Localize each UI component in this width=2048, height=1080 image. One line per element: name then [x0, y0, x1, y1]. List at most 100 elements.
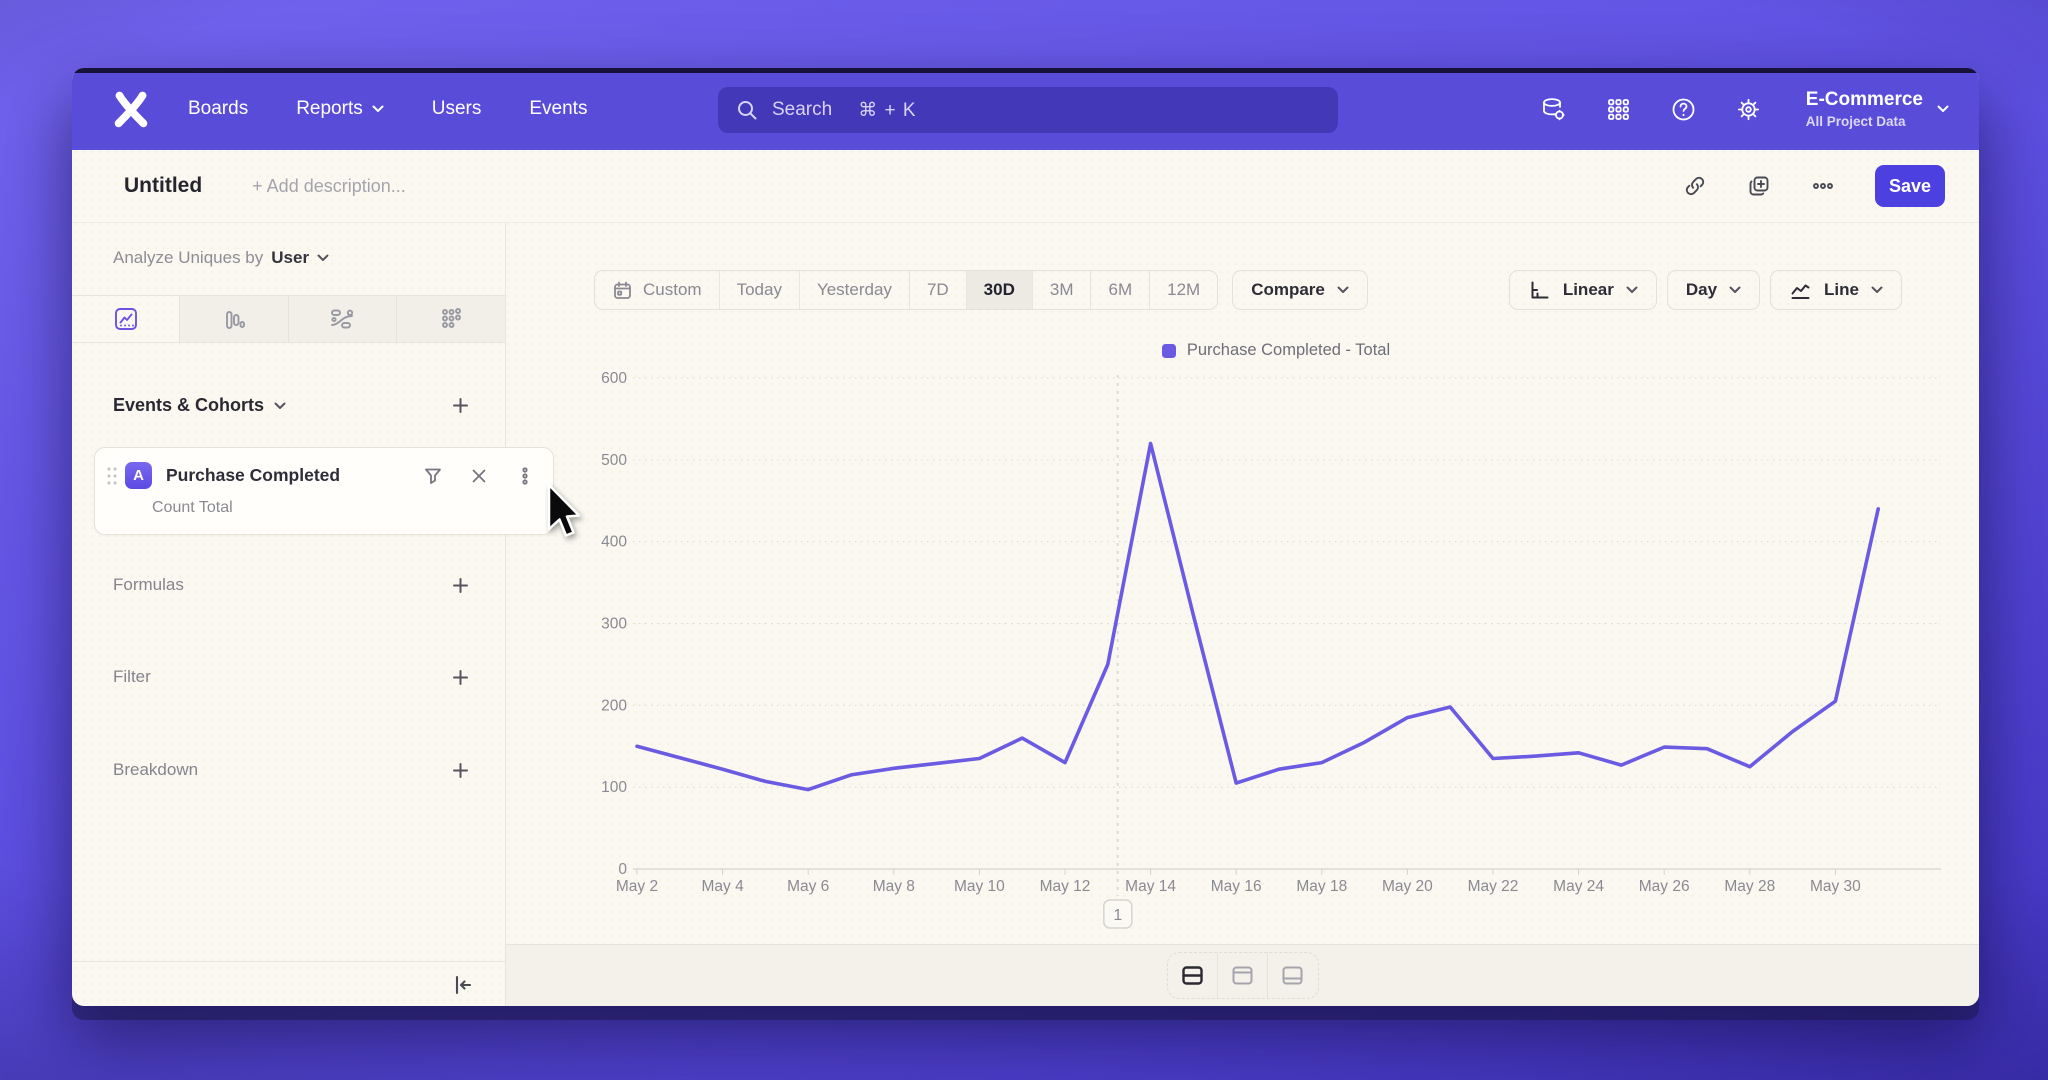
save-button[interactable]: Save	[1875, 165, 1945, 207]
add-description[interactable]: + Add description...	[252, 176, 406, 197]
help-icon[interactable]	[1670, 96, 1697, 123]
collapse-sidebar-button[interactable]	[451, 973, 475, 997]
layout-toggle-panel-top[interactable]	[1218, 953, 1268, 998]
chevron-down-icon	[274, 402, 286, 410]
y-tick-label: 300	[601, 616, 627, 633]
tab-flow[interactable]	[289, 296, 397, 342]
add-event-button[interactable]	[452, 397, 469, 414]
more-menu-icon[interactable]	[1811, 174, 1835, 198]
line-chart-icon	[112, 305, 140, 333]
panel-top-icon	[1230, 963, 1255, 988]
date-range-7d[interactable]: 7D	[910, 271, 967, 309]
x-tick-label: May 8	[873, 878, 915, 895]
chart-panel: CustomTodayYesterday7D30D3M6M12M Compare…	[506, 223, 1979, 1006]
chevron-down-icon	[1626, 286, 1638, 294]
visualization-tabs	[72, 295, 505, 343]
formulas-section: Formulas	[113, 575, 469, 595]
events-cohorts-label[interactable]: Events & Cohorts	[113, 395, 286, 416]
project-switcher[interactable]: E-Commerce All Project Data	[1806, 89, 1949, 129]
calendar-icon	[612, 280, 633, 301]
layout-toggle-panel-bottom[interactable]	[1268, 953, 1318, 998]
add-formula-button[interactable]	[452, 577, 469, 594]
y-tick-label: 200	[601, 697, 627, 714]
mouse-cursor	[545, 483, 591, 545]
layout-toggle-split-rows[interactable]	[1168, 953, 1218, 998]
duplicate-icon[interactable]	[1747, 174, 1771, 198]
chevron-down-icon	[1337, 286, 1349, 294]
report-title-bar: Untitled + Add description... Save	[72, 150, 1979, 223]
series-line[interactable]	[637, 444, 1878, 790]
nav-link-boards[interactable]: Boards	[188, 98, 248, 120]
add-breakdown-button[interactable]	[452, 762, 469, 779]
line-chart-icon	[1789, 279, 1812, 302]
x-tick-label: May 2	[616, 878, 658, 895]
x-tick-label: May 18	[1296, 878, 1347, 895]
apps-grid-icon[interactable]	[1605, 96, 1632, 123]
event-card[interactable]: A Purchase Completed	[94, 447, 554, 535]
filter-funnel-icon[interactable]	[423, 466, 443, 486]
chart-type-selector[interactable]: Line	[1770, 270, 1902, 310]
tab-retention-dots[interactable]	[397, 296, 505, 342]
date-range-today[interactable]: Today	[720, 271, 800, 309]
nav-link-users[interactable]: Users	[432, 98, 482, 120]
search-placeholder: Search	[772, 99, 832, 121]
date-range-3m[interactable]: 3M	[1033, 271, 1092, 309]
remove-event-icon[interactable]	[469, 466, 489, 486]
breakdown-section: Breakdown	[113, 760, 469, 780]
x-tick-label: May 30	[1810, 878, 1861, 895]
events-cohorts-header: Events & Cohorts	[113, 395, 469, 416]
chevron-down-icon	[1871, 286, 1883, 294]
event-measurement[interactable]: Count Total	[152, 499, 553, 517]
scale-selector[interactable]: Linear	[1509, 270, 1657, 310]
compare-button[interactable]: Compare	[1232, 270, 1368, 310]
app-window: Boards Reports Users Events Search ⌘ + K	[72, 68, 1979, 1006]
mixpanel-logo-icon[interactable]	[108, 86, 154, 132]
nav-link-events[interactable]: Events	[529, 98, 587, 120]
event-name[interactable]: Purchase Completed	[166, 465, 340, 486]
top-nav: Boards Reports Users Events Search ⌘ + K	[72, 68, 1979, 150]
share-link-icon[interactable]	[1683, 174, 1707, 198]
title-actions: Save	[1683, 165, 1945, 207]
breakdown-label: Breakdown	[113, 760, 198, 780]
data-management-icon[interactable]	[1540, 96, 1567, 123]
interval-selector[interactable]: Day	[1667, 270, 1760, 310]
date-range-selector: CustomTodayYesterday7D30D3M6M12M	[594, 270, 1218, 310]
x-tick-label: May 10	[954, 878, 1005, 895]
formulas-label: Formulas	[113, 575, 184, 595]
tab-bar-chart[interactable]	[180, 296, 288, 342]
report-title[interactable]: Untitled	[124, 174, 202, 198]
chevron-down-icon	[317, 254, 329, 262]
date-range-30d[interactable]: 30D	[967, 271, 1033, 309]
x-tick-label: May 6	[787, 878, 829, 895]
chart-controls: CustomTodayYesterday7D30D3M6M12M Compare…	[594, 270, 1902, 310]
settings-gear-icon[interactable]	[1735, 96, 1762, 123]
date-range-custom[interactable]: Custom	[595, 271, 720, 309]
add-filter-button[interactable]	[452, 669, 469, 686]
tab-insights-line[interactable]	[72, 296, 180, 342]
chevron-down-icon	[372, 105, 384, 113]
y-tick-label: 0	[618, 861, 627, 878]
annotation-label: 1	[1113, 907, 1122, 924]
x-tick-label: May 12	[1040, 878, 1091, 895]
search-icon	[736, 99, 758, 121]
drag-handle-icon[interactable]	[105, 465, 119, 487]
chevron-down-icon	[1729, 286, 1741, 294]
layout-toggles	[1167, 952, 1319, 999]
split-rows-icon	[1180, 963, 1205, 988]
nav-link-reports[interactable]: Reports	[296, 98, 384, 120]
x-tick-label: May 14	[1125, 878, 1176, 895]
filter-label: Filter	[113, 667, 151, 687]
y-tick-label: 400	[601, 534, 627, 551]
date-range-6m[interactable]: 6M	[1091, 271, 1150, 309]
date-range-yesterday[interactable]: Yesterday	[800, 271, 910, 309]
date-range-12m[interactable]: 12M	[1150, 271, 1217, 309]
line-chart[interactable]: 0100200300400500600May 2May 4May 6May 8M…	[589, 355, 1959, 935]
chevron-down-icon	[1937, 105, 1949, 113]
analyze-uniques-control[interactable]: Analyze Uniques by User	[113, 248, 329, 268]
y-tick-label: 600	[601, 370, 627, 387]
x-tick-label: May 4	[701, 878, 744, 895]
analyze-value: User	[271, 248, 309, 268]
analyze-prefix: Analyze Uniques by	[113, 248, 263, 268]
x-tick-label: May 28	[1724, 878, 1775, 895]
search-input[interactable]: Search ⌘ + K	[718, 87, 1338, 133]
